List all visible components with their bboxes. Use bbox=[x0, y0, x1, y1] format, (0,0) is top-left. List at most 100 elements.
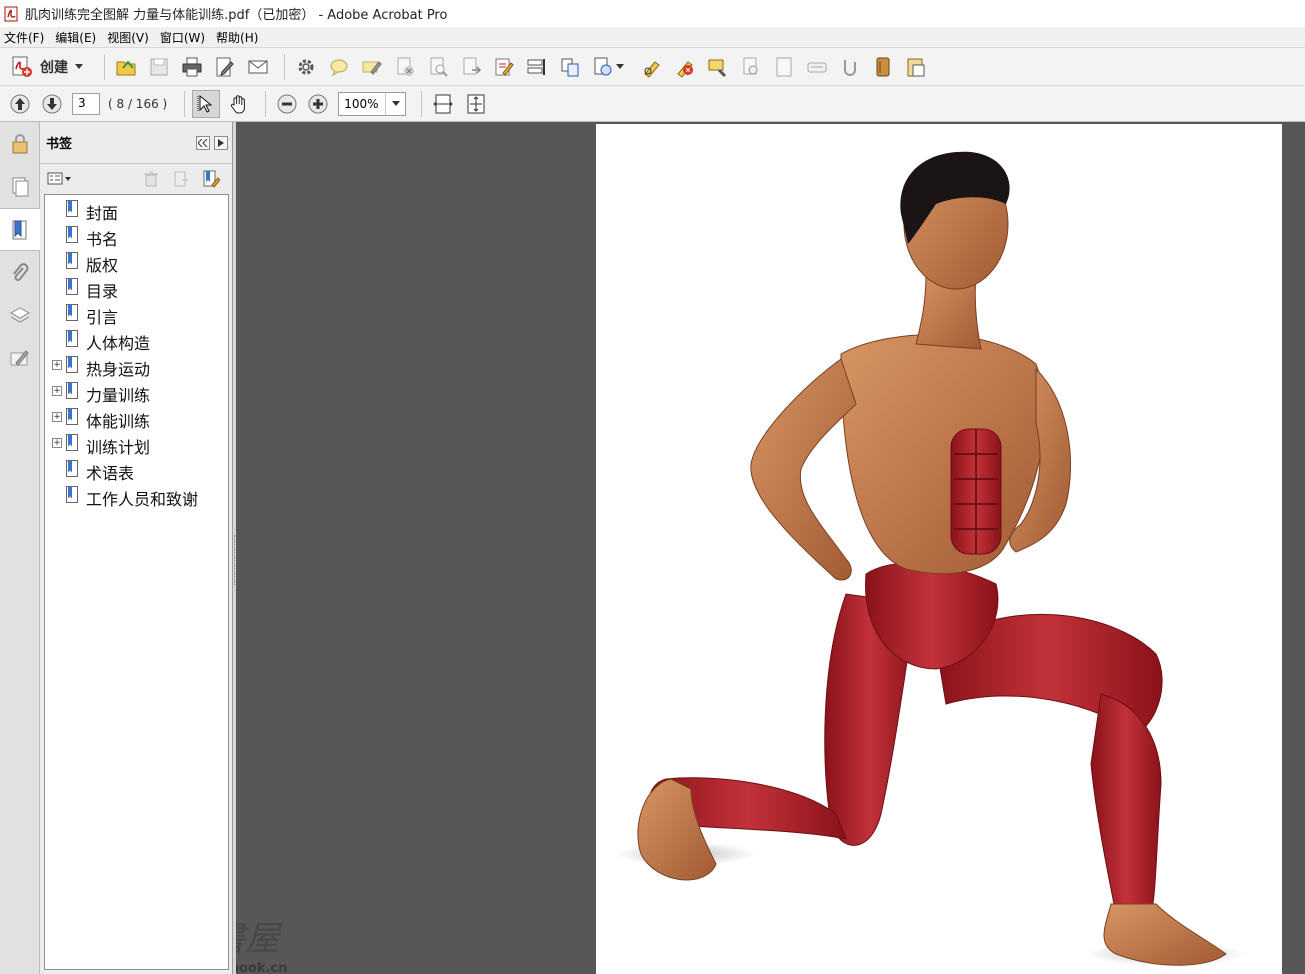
bookmark-label: 训练计划 bbox=[86, 438, 151, 457]
navigation-toolbar: 3 ( 8 / 166 ) 100% bbox=[0, 86, 1305, 122]
search-page-button[interactable] bbox=[424, 53, 452, 81]
stamp-button[interactable] bbox=[704, 53, 732, 81]
bookmark-item[interactable]: 工作人员和致谢 bbox=[45, 483, 225, 509]
email-button[interactable] bbox=[244, 53, 272, 81]
plus-circle-icon bbox=[308, 94, 328, 113]
bookmark-item[interactable]: + 训练计划 bbox=[45, 431, 225, 457]
envelope-icon bbox=[248, 60, 268, 73]
bookmark-icon bbox=[12, 220, 27, 239]
bookmark-item[interactable]: + 体能训练 bbox=[45, 405, 225, 431]
scanner-button[interactable] bbox=[803, 53, 831, 81]
secure-button[interactable] bbox=[638, 53, 666, 81]
bookmark-item[interactable]: 封面 bbox=[45, 197, 225, 223]
select-tool-button[interactable] bbox=[192, 89, 221, 118]
zoom-out-button[interactable] bbox=[273, 90, 301, 118]
bookmark-item[interactable]: 术语表 bbox=[45, 457, 225, 483]
open-button[interactable] bbox=[112, 53, 140, 81]
panel-menu-button[interactable] bbox=[214, 135, 228, 150]
bookmark-label: 人体构造 bbox=[86, 334, 151, 353]
edit-document-button[interactable] bbox=[211, 53, 239, 81]
previous-page-button[interactable] bbox=[6, 90, 34, 118]
bookmark-item[interactable]: 人体构造 bbox=[45, 327, 225, 353]
page-count: ( 8 / 166 ) bbox=[108, 96, 168, 111]
next-page-button[interactable] bbox=[38, 90, 66, 118]
expand-toggle[interactable]: + bbox=[52, 360, 62, 370]
main-toolbar: 创建 bbox=[0, 48, 1305, 86]
clipboard-button[interactable] bbox=[902, 53, 930, 81]
page-info-button[interactable] bbox=[737, 53, 765, 81]
bookmark-options-button[interactable] bbox=[46, 168, 72, 190]
page-thumbnails-button[interactable] bbox=[0, 165, 40, 208]
chevron-down-icon[interactable] bbox=[616, 64, 624, 69]
layers-button[interactable] bbox=[0, 294, 40, 337]
bookmark-icon bbox=[66, 356, 78, 373]
hand-tool-button[interactable] bbox=[225, 90, 253, 118]
document-view[interactable]: PT書屋 www.ptbook.cn bbox=[236, 122, 1305, 974]
create-label: 创建 bbox=[40, 59, 68, 76]
zoom-select[interactable]: 100% bbox=[338, 91, 407, 116]
window-title: 肌肉训练完全图解 力量与体能训练.pdf（已加密） - Adobe Acroba… bbox=[25, 8, 448, 23]
signatures-button[interactable] bbox=[0, 337, 40, 380]
arrow-up-icon bbox=[10, 94, 30, 113]
layers-icon bbox=[9, 306, 31, 323]
menu-help[interactable]: 帮助(H) bbox=[212, 29, 265, 46]
form-fields-button[interactable] bbox=[523, 53, 551, 81]
bookmark-item[interactable]: 目录 bbox=[45, 275, 225, 301]
expand-toggle[interactable]: + bbox=[52, 386, 62, 396]
bookmark-item[interactable]: + 热身运动 bbox=[45, 353, 225, 379]
toolbar-divider bbox=[184, 90, 186, 117]
menu-file[interactable]: 文件(F) bbox=[0, 29, 51, 46]
navigation-pane-strip bbox=[0, 122, 40, 974]
sign-button[interactable] bbox=[671, 53, 699, 81]
review-button[interactable] bbox=[589, 53, 617, 81]
pen-key-icon bbox=[644, 60, 660, 78]
export-page-button[interactable] bbox=[457, 53, 485, 81]
bookmark-item[interactable]: 引言 bbox=[45, 301, 225, 327]
toolbar-divider bbox=[421, 90, 423, 117]
expand-toggle[interactable]: + bbox=[52, 438, 62, 448]
bookmark-icon bbox=[66, 304, 78, 321]
bookmark-item[interactable]: 版权 bbox=[45, 249, 225, 275]
expand-toggle[interactable]: + bbox=[52, 412, 62, 422]
security-settings-button[interactable] bbox=[0, 122, 40, 165]
options-list-icon bbox=[47, 172, 71, 185]
bookmark-item[interactable]: + 力量训练 bbox=[45, 379, 225, 405]
form-pencil-icon bbox=[495, 58, 514, 76]
bookmark-icon bbox=[66, 460, 78, 477]
chevron-down-icon bbox=[391, 101, 400, 106]
new-bookmark-button[interactable] bbox=[170, 168, 192, 190]
page-number-input[interactable]: 3 bbox=[72, 92, 100, 115]
zoom-in-button[interactable] bbox=[304, 90, 332, 118]
delete-page-button[interactable] bbox=[391, 53, 419, 81]
comment-button[interactable] bbox=[325, 53, 353, 81]
fit-width-button[interactable] bbox=[429, 90, 457, 118]
combine-files-button[interactable] bbox=[556, 53, 584, 81]
menu-edit[interactable]: 编辑(E) bbox=[51, 29, 103, 46]
form-edit-button[interactable] bbox=[490, 53, 518, 81]
menu-view[interactable]: 视图(V) bbox=[103, 29, 156, 46]
book-button[interactable] bbox=[869, 53, 897, 81]
fit-page-button[interactable] bbox=[462, 90, 490, 118]
highlight-pen-icon bbox=[362, 60, 382, 75]
zoom-dropdown[interactable] bbox=[385, 92, 405, 115]
bookmark-item[interactable]: 书名 bbox=[45, 223, 225, 249]
bookmark-tree: 封面 书名 版权 目录 引言 人体构造 + 热身运动 + 力量训练 + 体能训练 + 训… bbox=[44, 194, 229, 970]
expand-bookmark-button[interactable] bbox=[200, 168, 222, 190]
menu-window[interactable]: 窗口(W) bbox=[156, 29, 212, 46]
save-button[interactable] bbox=[145, 53, 173, 81]
blank-page-button[interactable] bbox=[770, 53, 798, 81]
print-button[interactable] bbox=[178, 53, 206, 81]
bookmark-label: 引言 bbox=[86, 308, 119, 327]
create-pdf-icon bbox=[12, 56, 32, 77]
ptbook-watermark-logo: PT書屋 www.ptbook.cn bbox=[236, 919, 287, 974]
create-button[interactable]: 创建 bbox=[6, 53, 87, 81]
bookmarks-button[interactable] bbox=[0, 208, 40, 251]
open-folder-icon bbox=[116, 59, 136, 75]
attachments-button[interactable] bbox=[0, 251, 40, 294]
attach-button[interactable] bbox=[836, 53, 864, 81]
highlight-button[interactable] bbox=[358, 53, 386, 81]
settings-button[interactable] bbox=[292, 53, 320, 81]
delete-bookmark-button[interactable] bbox=[140, 168, 162, 190]
pdf-page bbox=[596, 124, 1282, 974]
collapse-panel-button[interactable] bbox=[196, 135, 210, 150]
